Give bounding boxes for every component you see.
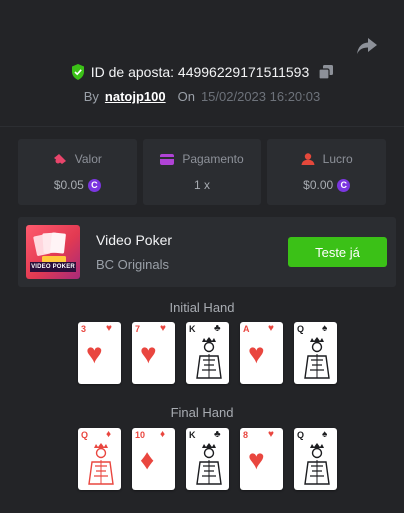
court-figure-icon <box>304 337 330 379</box>
stat-amount: Valor $0.05 C <box>18 139 137 205</box>
user-profit-icon <box>301 153 315 165</box>
card-pip-icon: ♥ <box>140 338 157 369</box>
initial-hand-card-2: 7 ♥ ♥ <box>132 322 175 384</box>
card-rank: A <box>243 324 250 334</box>
shield-check-icon <box>71 64 84 80</box>
final-hand-card-4: 8 ♥ ♥ <box>240 428 283 490</box>
final-hand-card-2: 10 ♦ ♦ <box>132 428 175 490</box>
bc-coin-icon: C <box>87 178 101 192</box>
final-hand-card-1: Q ♦ <box>78 428 121 490</box>
card-rank: 10 <box>135 430 146 440</box>
card-suit-icon: ♥ <box>160 323 166 334</box>
final-hand-title: Final Hand <box>170 405 234 420</box>
stat-amount-value: $0.05 <box>53 178 84 192</box>
card-suit-icon: ♦ <box>160 429 166 440</box>
try-game-button[interactable]: Teste já <box>288 237 387 267</box>
initial-hand-card-4: A ♥ ♥ <box>240 322 283 384</box>
court-figure-icon <box>196 443 222 485</box>
stat-payout-value: 1 x <box>194 178 211 192</box>
coins-icon <box>53 154 66 164</box>
card-pip-icon: ♥ <box>248 338 265 369</box>
initial-hand: 3 ♥ ♥ 7 ♥ ♥ K ♣ A ♥ ♥ Q ♠ <box>78 322 338 384</box>
card-rank: 7 <box>135 324 141 334</box>
card-suit-icon: ♥ <box>106 323 112 334</box>
share-arrow-icon[interactable] <box>356 36 378 56</box>
card-suit-icon: ♠ <box>322 429 328 440</box>
card-suit-icon: ♥ <box>268 429 274 440</box>
card-suit-icon: ♣ <box>214 323 221 334</box>
bet-id-label: ID de aposta: 44996229171511593 <box>90 64 310 80</box>
by-label: By <box>83 89 99 104</box>
card-rank: Q <box>297 430 305 440</box>
court-figure-icon <box>196 337 222 379</box>
final-hand: Q ♦ 10 ♦ ♦ K ♣ 8 ♥ ♥ Q ♠ <box>78 428 338 490</box>
stat-payout: Pagamento 1 x <box>142 139 262 205</box>
bet-id-row: ID de aposta: 44996229171511593 <box>0 64 404 80</box>
game-provider: BC Originals <box>96 257 169 272</box>
game-title[interactable]: Video Poker <box>96 232 172 248</box>
card-pip-icon: ♥ <box>86 338 103 369</box>
payment-card-icon <box>160 153 175 165</box>
card-rank: 8 <box>243 430 249 440</box>
divider <box>0 126 404 127</box>
card-suit-icon: ♦ <box>106 429 112 440</box>
final-hand-card-5: Q ♠ <box>294 428 337 490</box>
court-figure-icon <box>304 443 330 485</box>
initial-hand-title: Initial Hand <box>169 300 235 315</box>
court-figure-icon <box>88 443 114 485</box>
stat-profit: Lucro $0.00 C <box>267 139 387 205</box>
card-suit-icon: ♠ <box>322 323 328 334</box>
bet-meta-row: By natojp100 On 15/02/2023 16:20:03 <box>0 89 404 104</box>
username-link[interactable]: natojp100 <box>105 89 166 104</box>
final-hand-card-3: K ♣ <box>186 428 229 490</box>
card-rank: Q <box>297 324 305 334</box>
game-thumbnail-label: VIDEO POKER <box>30 262 76 272</box>
bc-coin-icon: C <box>337 178 351 192</box>
card-rank: Q <box>81 430 89 440</box>
copy-icon[interactable] <box>319 65 334 79</box>
bet-datetime: 15/02/2023 16:20:03 <box>200 89 321 104</box>
stat-payout-label: Pagamento <box>182 152 244 166</box>
bet-stats: Valor $0.05 C Pagamento 1 x Lucro $0.00 … <box>18 139 387 205</box>
game-card: VIDEO POKER Video Poker BC Originals Tes… <box>18 217 396 287</box>
card-rank: K <box>189 430 196 440</box>
stat-profit-label: Lucro <box>322 152 353 166</box>
card-suit-icon: ♣ <box>214 429 221 440</box>
card-pip-icon: ♦ <box>140 444 155 475</box>
game-thumbnail[interactable]: VIDEO POKER <box>26 225 80 279</box>
card-pip-icon: ♥ <box>248 444 265 475</box>
card-rank: 3 <box>81 324 87 334</box>
stat-profit-value: $0.00 <box>303 178 334 192</box>
card-suit-icon: ♥ <box>268 323 274 334</box>
initial-hand-card-1: 3 ♥ ♥ <box>78 322 121 384</box>
stat-amount-label: Valor <box>74 152 102 166</box>
initial-hand-card-5: Q ♠ <box>294 322 337 384</box>
card-rank: K <box>189 324 196 334</box>
on-label: On <box>177 89 195 104</box>
initial-hand-card-3: K ♣ <box>186 322 229 384</box>
